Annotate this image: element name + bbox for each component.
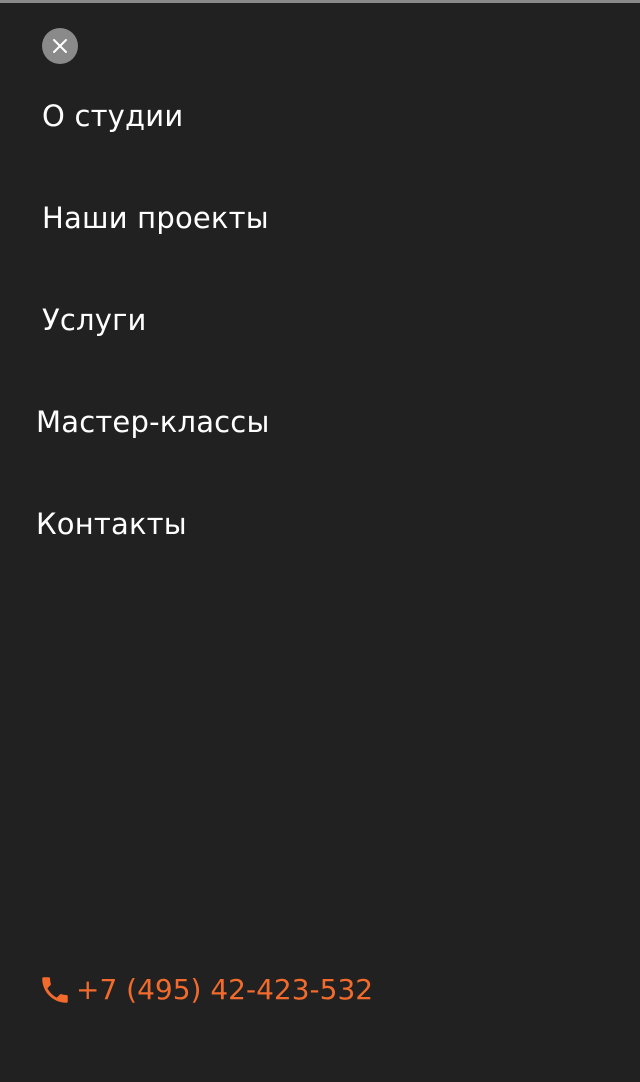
menu-item-projects[interactable]: Наши проекты (42, 200, 269, 236)
menu-item-about[interactable]: О студии (42, 98, 183, 134)
menu-item-services[interactable]: Услуги (42, 302, 147, 338)
phone-icon (38, 973, 72, 1007)
phone-link[interactable]: +7 (495) 42-423-532 (38, 972, 373, 1008)
menu-item-masterclasses[interactable]: Мастер-классы (36, 404, 270, 440)
menu-item-contacts[interactable]: Контакты (36, 506, 187, 542)
phone-number: +7 (495) 42-423-532 (76, 973, 374, 1006)
close-icon (51, 37, 69, 55)
close-button[interactable] (42, 28, 78, 64)
top-border (0, 0, 640, 3)
